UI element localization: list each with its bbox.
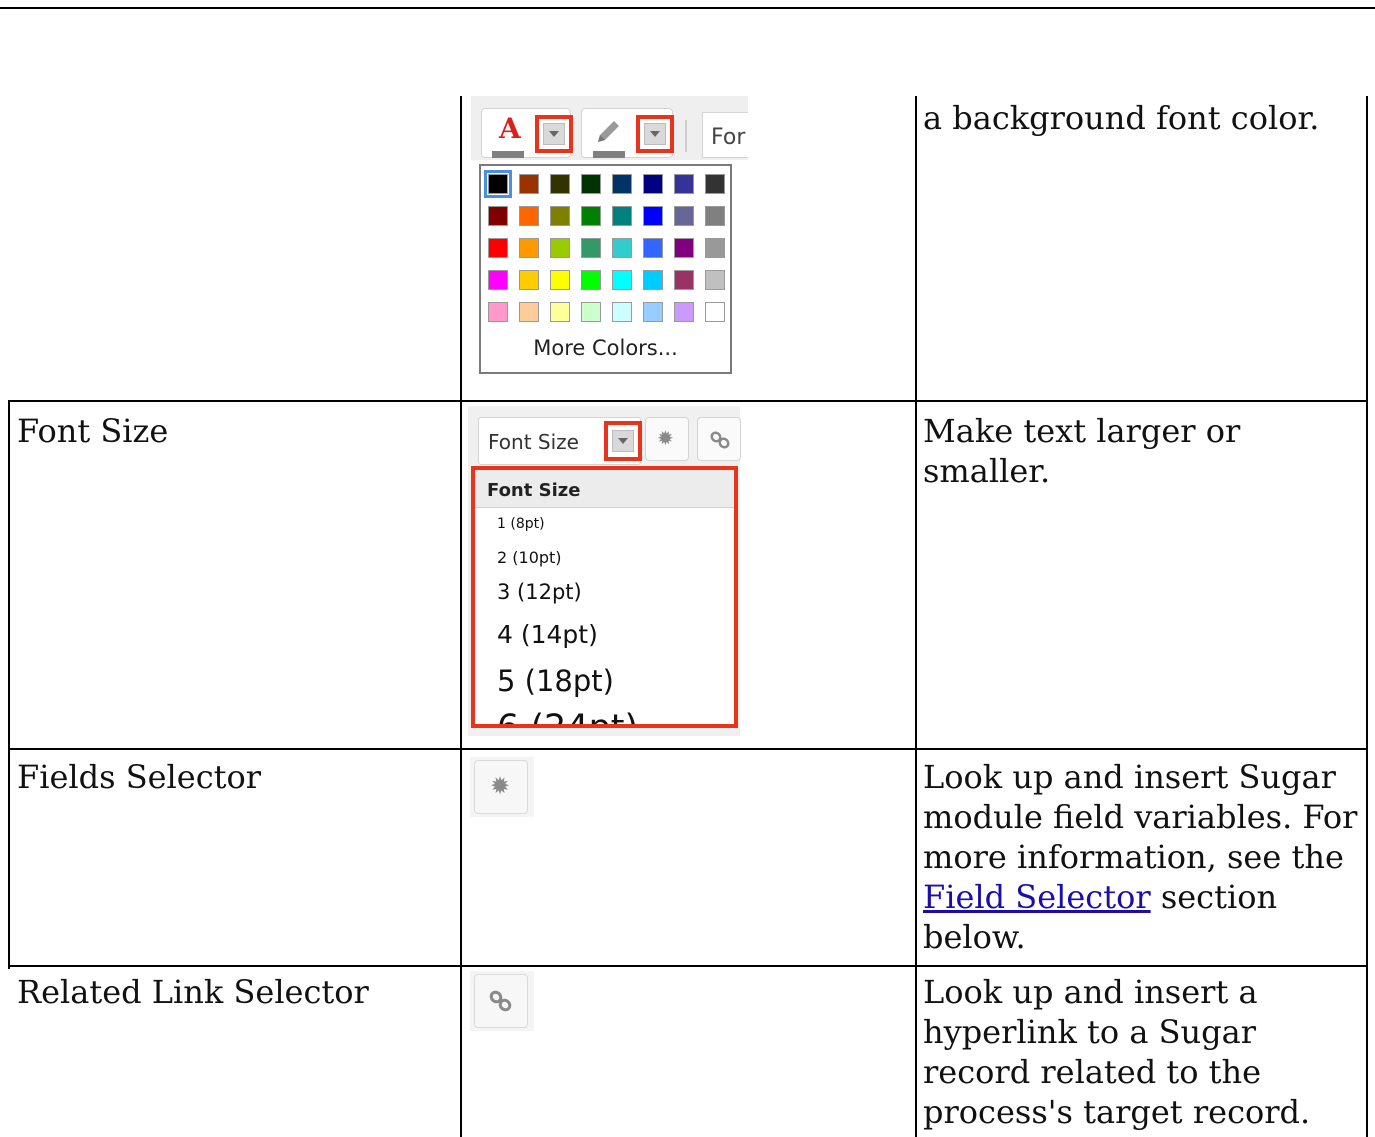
more-colors-link[interactable]: More Colors... [481, 336, 730, 360]
font-size-dropdown-header: Font Size [475, 470, 734, 508]
table-border-right [1366, 96, 1368, 1137]
fields-selector-button[interactable]: ✹ [645, 417, 689, 461]
color-swatch[interactable] [484, 170, 512, 198]
color-swatch[interactable] [488, 238, 508, 258]
color-swatch[interactable] [674, 238, 694, 258]
color-swatch[interactable] [674, 174, 694, 194]
color-swatch[interactable] [674, 302, 694, 322]
font-size-option[interactable]: 6 (24pt) [497, 708, 638, 724]
color-swatch[interactable] [705, 302, 725, 322]
color-swatch[interactable] [550, 302, 570, 322]
top-rule [0, 7, 1375, 9]
chevron-down-icon[interactable] [644, 123, 666, 145]
font-size-option[interactable]: 4 (14pt) [497, 620, 598, 649]
row-2-description: Look up and insert Sugar module field va… [923, 757, 1363, 957]
color-swatch[interactable] [581, 270, 601, 290]
row-1-description: Make text larger or smaller. [923, 412, 1241, 490]
font-size-option[interactable]: 1 (8pt) [497, 516, 545, 532]
color-swatch[interactable] [612, 302, 632, 322]
table-row-divider [8, 748, 1368, 750]
font-size-dropdown: Font Size 1 (8pt) 2 (10pt) 3 (12pt) 4 (1… [471, 466, 738, 728]
color-swatch[interactable] [643, 238, 663, 258]
color-swatch[interactable] [643, 174, 663, 194]
row-2-description-text: Look up and insert Sugar module field va… [923, 758, 1358, 876]
table-row-divider [8, 965, 1368, 967]
color-swatch[interactable] [705, 238, 725, 258]
row-3-feature: Related Link Selector [17, 973, 369, 1011]
color-swatch[interactable] [705, 270, 725, 290]
color-swatch[interactable] [612, 174, 632, 194]
color-palette: More Colors... [479, 164, 732, 374]
font-family-label: For [711, 125, 746, 150]
table-border-mid [915, 96, 917, 1137]
background-color-bar [593, 151, 625, 158]
font-color-bar [492, 151, 524, 158]
font-color-icon: A [499, 112, 521, 145]
color-swatch[interactable] [488, 206, 508, 226]
field-selector-link[interactable]: Field Selector [923, 878, 1151, 916]
color-swatch[interactable] [612, 206, 632, 226]
chevron-down-icon[interactable] [612, 430, 634, 452]
color-swatch[interactable] [550, 174, 570, 194]
color-swatch[interactable] [519, 302, 539, 322]
related-link-button[interactable] [697, 417, 741, 461]
color-swatch[interactable] [581, 302, 601, 322]
color-swatch[interactable] [674, 270, 694, 290]
font-size-option[interactable]: 3 (12pt) [497, 580, 582, 604]
fields-selector-preview: ✹ [470, 757, 534, 817]
table-border-outer-left [8, 401, 10, 969]
font-family-select[interactable]: For [702, 112, 748, 158]
color-swatch[interactable] [643, 302, 663, 322]
row-0-description: a background font color. [923, 99, 1320, 137]
color-swatch[interactable] [581, 174, 601, 194]
color-swatch[interactable] [488, 302, 508, 322]
color-swatch[interactable] [705, 206, 725, 226]
related-link-preview [470, 971, 534, 1031]
row-1-feature: Font Size [17, 412, 169, 450]
gear-icon: ✹ [657, 426, 674, 450]
color-swatch[interactable] [550, 206, 570, 226]
row-2-feature: Fields Selector [17, 758, 262, 796]
related-link-button[interactable] [474, 974, 528, 1028]
color-swatch[interactable] [550, 270, 570, 290]
fields-selector-button[interactable]: ✹ [474, 760, 528, 814]
color-swatch[interactable] [519, 270, 539, 290]
color-swatch[interactable] [519, 174, 539, 194]
link-icon [489, 990, 512, 1012]
font-size-select-label: Font Size [488, 430, 579, 454]
color-swatch[interactable] [488, 270, 508, 290]
font-size-header-label: Font Size [487, 480, 581, 501]
pencil-icon [594, 118, 624, 146]
table-row-divider [8, 400, 1368, 402]
color-swatch[interactable] [612, 238, 632, 258]
color-swatch[interactable] [643, 206, 663, 226]
color-swatch[interactable] [519, 238, 539, 258]
color-swatch[interactable] [643, 270, 663, 290]
color-swatch[interactable] [674, 206, 694, 226]
link-icon [710, 431, 730, 449]
toolbar-separator [685, 120, 687, 152]
font-size-option[interactable]: 2 (10pt) [497, 548, 562, 567]
font-size-option[interactable]: 5 (18pt) [497, 664, 614, 698]
chevron-down-icon[interactable] [543, 123, 565, 145]
color-swatch[interactable] [612, 270, 632, 290]
color-swatch[interactable] [519, 206, 539, 226]
table-border-left [460, 96, 462, 1137]
color-swatch[interactable] [581, 238, 601, 258]
color-swatch[interactable] [550, 238, 570, 258]
row-3-description: Look up and insert a hyperlink to a Suga… [923, 973, 1311, 1131]
gear-icon: ✹ [490, 772, 511, 800]
color-swatch[interactable] [705, 174, 725, 194]
color-swatch[interactable] [581, 206, 601, 226]
